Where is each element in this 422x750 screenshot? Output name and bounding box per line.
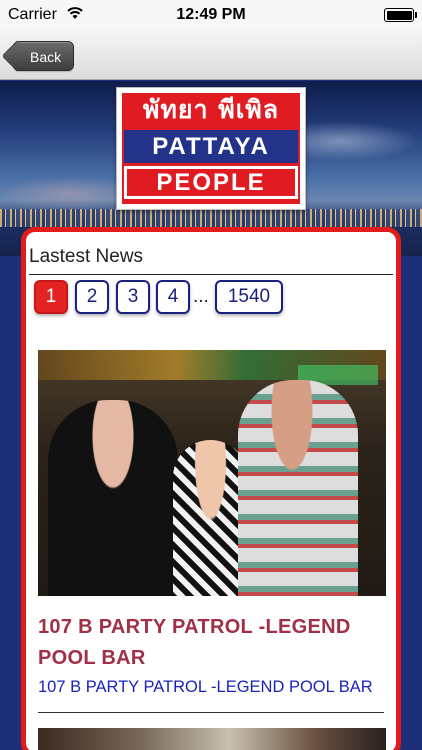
news-card: Lastest News 1 2 3 4 ... 1540 107 B PART… <box>21 227 401 750</box>
divider <box>29 274 393 275</box>
navigation-bar: Back <box>0 30 422 80</box>
battery-icon <box>384 8 417 22</box>
news-photo[interactable] <box>38 350 386 596</box>
status-bar: Carrier 12:49 PM <box>0 0 422 30</box>
logo-line-people: PEOPLE <box>124 166 298 199</box>
page-ellipsis: ... <box>193 286 209 307</box>
section-title: Lastest News <box>29 246 144 267</box>
logo-thai-text: พัทยา พีเพิล <box>142 95 280 124</box>
page-button-last[interactable]: 1540 <box>215 280 283 314</box>
page-button-2[interactable]: 2 <box>75 280 109 314</box>
back-button[interactable]: Back <box>13 41 75 71</box>
divider <box>38 712 384 713</box>
back-button-label: Back <box>30 49 62 65</box>
next-news-photo[interactable] <box>38 728 386 750</box>
logo-line-pattaya: PATTAYA <box>124 130 298 163</box>
news-title[interactable]: 107 B PARTY PATROL -LEGEND POOL BAR <box>38 612 388 674</box>
pattaya-people-logo: พัทยา พีเพิล PATTAYA PEOPLE <box>116 87 306 210</box>
news-subtitle[interactable]: 107 B PARTY PATROL -LEGEND POOL BAR <box>38 678 390 697</box>
page-button-1[interactable]: 1 <box>34 280 68 314</box>
clock: 12:49 PM <box>176 6 246 23</box>
page-button-3[interactable]: 3 <box>116 280 150 314</box>
page-button-4[interactable]: 4 <box>156 280 190 314</box>
